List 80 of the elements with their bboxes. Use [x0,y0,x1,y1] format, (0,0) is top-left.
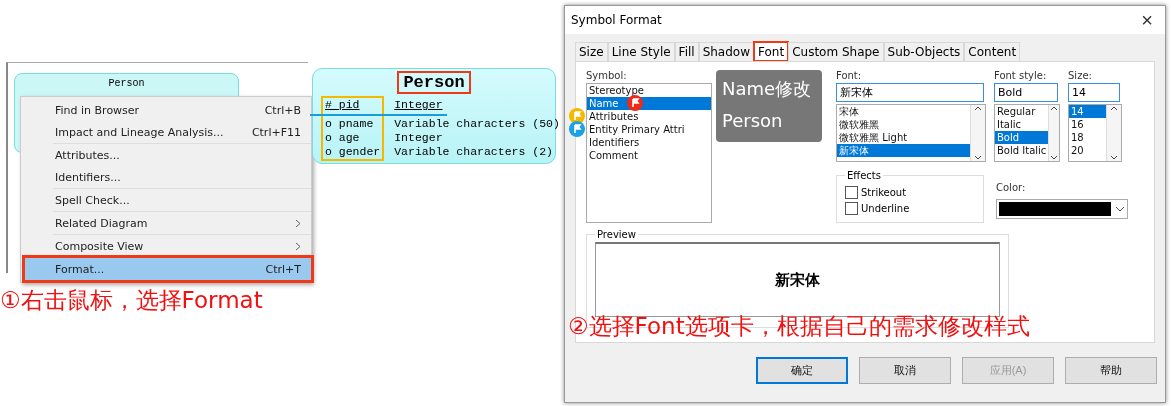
list-item[interactable]: Bold [995,131,1049,144]
field-label: Symbol: [586,70,628,81]
tooltip: Name修改 Person [716,70,822,142]
list-box[interactable]: Regular Italic Bold Bold Italic [994,104,1060,162]
attribute-type: Integer [394,131,444,145]
attribute-name: o age [325,131,361,145]
scrollbar[interactable] [970,105,985,161]
tab[interactable]: Line Style [607,42,675,61]
list-item[interactable]: Bold Italic [995,144,1049,157]
chevron-up-icon[interactable] [1110,105,1118,111]
list-box[interactable]: 宋体 微软雅黑 微软雅黑 Light 新宋体 [836,104,986,162]
input-field[interactable]: 新宋体 [836,83,984,102]
checkbox[interactable]: Strikeout [845,186,975,199]
chevron-up-icon[interactable] [974,105,982,111]
attribute-type: Integer [394,98,444,112]
list-item[interactable]: Comment [587,149,711,162]
tab[interactable]: Custom Shape [788,42,884,61]
tab[interactable]: Size [575,42,608,61]
attribute-name: o pname [325,117,375,131]
list-item[interactable]: 微软雅黑 Light [837,131,970,144]
field-label: Font style: [994,70,1048,81]
list-item[interactable]: 新宋体 [837,144,970,157]
list-item[interactable]: Regular [995,105,1049,118]
step-annotation: ②选择Font选项卡，根据自己的需求修改样式 [568,312,1030,341]
window-title: Symbol Format [571,13,662,27]
list-box[interactable]: 14 16 18 20 [1068,104,1122,162]
list-item[interactable]: 16 [1069,118,1106,131]
tab[interactable]: Font [754,42,789,61]
menu-item[interactable]: Attributes... [25,144,311,166]
menu-item[interactable]: Composite View [25,235,311,257]
menu-item[interactable]: Find in Browser Ctrl+B [25,99,311,121]
chevron-down-icon[interactable] [974,155,982,161]
attribute-name: # pid [325,98,361,112]
field-label: Size: [1068,70,1093,81]
tab[interactable]: Shadow [698,42,754,61]
scrollbar[interactable] [1106,105,1121,161]
attribute-name: o gender [325,145,381,159]
list-item[interactable]: Entity Primary Attri [587,123,711,136]
dialog-button[interactable]: 帮助 [1065,357,1157,384]
entity-symbol[interactable]: Person # pid o pname o age o gender Integer Variable characters (50) Integer Variable characters (2) [312,68,556,164]
chevron-down-icon[interactable] [1110,155,1118,161]
checkbox[interactable]: Underline [845,202,975,215]
input-field[interactable]: Bold [994,83,1058,102]
menu-item[interactable]: Format... Ctrl+T [25,258,311,280]
list-item[interactable]: 宋体 [837,105,970,118]
tab[interactable]: Content [964,42,1021,61]
preview-text: 新宋体 [775,270,820,290]
scrollbar[interactable] [1048,105,1059,161]
chevron-right-icon [295,241,301,251]
chevron-down-icon[interactable] [1050,155,1059,161]
list-item[interactable]: 20 [1069,144,1106,157]
list-item[interactable]: Attributes [587,110,711,123]
chevron-up-icon[interactable] [1050,105,1059,111]
dialog-button[interactable]: 取消 [859,357,951,384]
close-button[interactable]: × [1135,8,1159,32]
tab[interactable]: Fill [674,42,699,61]
list-item[interactable]: 微软雅黑 [837,118,970,131]
chevron-down-icon [1115,206,1125,212]
field-label: Font: [836,70,863,81]
menu-item[interactable]: Spell Check... [25,189,311,211]
group-title: Effects [846,170,882,181]
list-item[interactable]: Italic [995,118,1049,131]
list-item[interactable]: Identifiers [587,136,711,149]
step-annotation: ①右击鼠标，选择Format [0,286,264,315]
menu-item[interactable]: Identifiers... [25,166,311,188]
menu-item[interactable]: Related Diagram [25,212,311,234]
input-field[interactable]: 14 [1068,83,1120,102]
field-label: Color: [996,182,1027,193]
chevron-right-icon [295,218,301,228]
list-item[interactable]: Stereotype [587,84,711,97]
entity-title: Person [397,71,471,94]
list-item[interactable]: 14 [1069,105,1106,118]
group-title: Preview [596,229,637,240]
tab[interactable]: Sub-Objects [883,42,965,61]
color-dropdown[interactable] [996,199,1128,219]
dialog-button[interactable]: 确定 [756,357,848,384]
entity-title: Person [108,78,145,89]
list-item[interactable]: 18 [1069,131,1106,144]
attribute-type: Variable characters (2) [394,145,554,159]
menu-item[interactable]: Impact and Lineage Analysis... Ctrl+F11 [25,121,311,143]
